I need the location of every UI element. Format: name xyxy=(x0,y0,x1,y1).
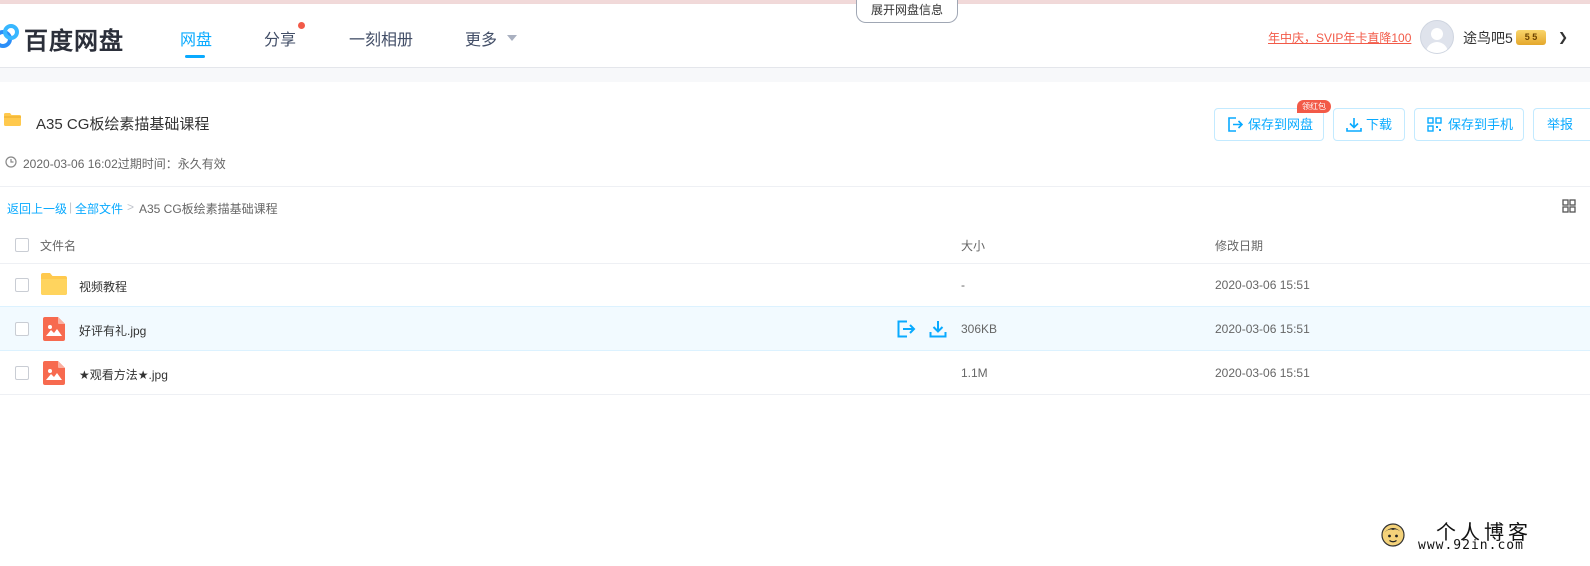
promo-link[interactable]: 年中庆，SVIP年卡直降100 xyxy=(1268,29,1411,46)
username[interactable]: 途鸟吧5 xyxy=(1463,28,1513,48)
file-size: 306KB xyxy=(961,322,998,336)
file-modified-date: 2020-03-06 15:51 xyxy=(1215,366,1310,380)
blog-mascot-icon xyxy=(1381,523,1405,547)
avatar[interactable] xyxy=(1420,20,1454,54)
share-title: A35 CG板绘素描基础课程 xyxy=(36,116,210,133)
expand-disk-info-button[interactable]: 展开网盘信息 xyxy=(856,0,958,23)
file-modified-date: 2020-03-06 15:51 xyxy=(1215,278,1310,292)
nav-tab-share[interactable]: 分享 xyxy=(264,26,296,50)
folder-icon xyxy=(4,113,21,126)
qrcode-icon xyxy=(1427,117,1442,132)
nav-tab-more[interactable]: 更多 xyxy=(465,26,497,50)
top-header: 百度网盘 网盘 分享 一刻相册 更多 年中庆，SVIP年卡直降100 途鸟吧5 … xyxy=(0,4,1590,68)
download-icon xyxy=(1346,118,1362,132)
row-checkbox[interactable] xyxy=(15,278,29,292)
nav-tab-album[interactable]: 一刻相册 xyxy=(349,26,413,50)
save-to-phone-button[interactable]: 保存到手机 xyxy=(1414,108,1524,141)
file-name-link[interactable]: 视频教程 xyxy=(79,278,127,295)
column-header-date[interactable]: 修改日期 xyxy=(1215,237,1263,254)
table-row[interactable]: 好评有礼.jpg 306KB 2020-03-06 15:51 xyxy=(0,306,1590,351)
file-size: 1.1M xyxy=(961,366,988,380)
breadcrumb-separator: | xyxy=(69,200,73,214)
file-modified-date: 2020-03-06 15:51 xyxy=(1215,322,1310,336)
save-to-disk-icon xyxy=(1228,117,1243,132)
baidu-netdisk-logo-icon[interactable] xyxy=(0,23,20,49)
image-file-icon xyxy=(43,361,65,385)
redpack-tag: 领红包 xyxy=(1297,100,1331,113)
section-divider xyxy=(0,186,1590,187)
chevron-down-icon[interactable] xyxy=(507,35,517,41)
notification-dot xyxy=(298,22,305,29)
row-checkbox[interactable] xyxy=(15,322,29,336)
report-button[interactable]: 举报 xyxy=(1533,108,1590,141)
breadcrumb-all-files-link[interactable]: 全部文件 xyxy=(75,200,123,217)
file-size: - xyxy=(961,278,965,292)
breadcrumb-back-link[interactable]: 返回上一级 xyxy=(7,200,67,217)
select-all-checkbox[interactable] xyxy=(15,238,29,252)
breadcrumb-separator: > xyxy=(127,200,135,214)
column-header-size[interactable]: 大小 xyxy=(961,237,985,254)
header-spacer xyxy=(0,68,1590,82)
file-table-header: 文件名 大小 修改日期 xyxy=(0,222,1590,264)
row-checkbox[interactable] xyxy=(15,366,29,380)
nav-tab-netdisk[interactable]: 网盘 xyxy=(180,26,212,50)
breadcrumb-current: A35 CG板绘素描基础课程 xyxy=(139,202,278,216)
row-save-icon[interactable] xyxy=(896,320,916,338)
column-header-name[interactable]: 文件名 xyxy=(40,237,76,254)
user-menu-chevron-icon[interactable]: ❯ xyxy=(1558,30,1568,44)
row-download-icon[interactable] xyxy=(929,320,947,338)
image-file-icon xyxy=(43,317,65,341)
clock-icon xyxy=(5,156,17,168)
file-name-link[interactable]: 好评有礼.jpg xyxy=(79,322,146,339)
folder-icon xyxy=(41,273,67,295)
file-name-link[interactable]: ★观看方法★.jpg xyxy=(79,366,168,383)
table-row[interactable]: 视频教程 - 2020-03-06 15:51 xyxy=(0,263,1590,307)
share-expiry-info: 2020-03-06 16:02过期时间：永久有效 xyxy=(23,157,226,171)
table-row[interactable]: ★观看方法★.jpg 1.1M 2020-03-06 15:51 xyxy=(0,351,1590,395)
vip-level-badge: 5 5 xyxy=(1516,30,1546,45)
download-button[interactable]: 下载 xyxy=(1333,108,1405,141)
active-tab-underline xyxy=(185,55,205,58)
watermark-url: www.92in.com xyxy=(1418,538,1524,553)
logo-text[interactable]: 百度网盘 xyxy=(24,21,124,56)
grid-view-icon[interactable] xyxy=(1562,199,1576,213)
